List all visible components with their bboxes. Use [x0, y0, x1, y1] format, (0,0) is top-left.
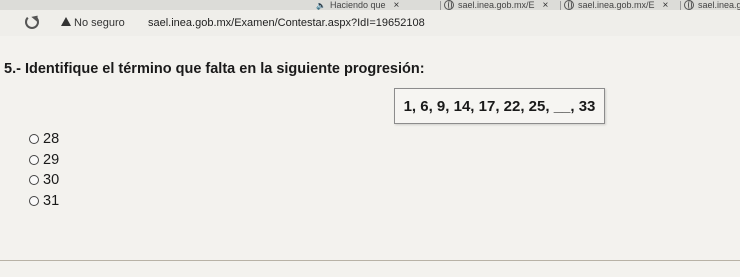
option-31[interactable]: 31 — [29, 191, 59, 212]
close-tab-icon[interactable]: × — [394, 0, 400, 10]
security-status[interactable]: No seguro — [74, 17, 125, 29]
tab-strip: 🔈 Haciendo que × sael.inea.gob.mx/E × sa… — [0, 0, 740, 10]
radio-button[interactable] — [29, 134, 39, 145]
speaker-icon: 🔈 — [316, 0, 326, 10]
option-30[interactable]: 30 — [29, 170, 59, 191]
option-29[interactable]: 29 — [29, 150, 59, 171]
radio-button[interactable] — [29, 154, 39, 165]
exam-page: 5.- Identifique el término que falta en … — [0, 36, 740, 277]
option-label[interactable]: 29 — [43, 152, 59, 168]
close-tab-icon[interactable]: × — [663, 0, 669, 10]
radio-button[interactable] — [29, 195, 39, 206]
tab-title: sael.inea.gob.mx/E — [458, 0, 535, 10]
tab-title: sael.inea.gob.mx/E — [578, 0, 655, 10]
option-label[interactable]: 31 — [43, 193, 59, 209]
warning-icon[interactable] — [61, 17, 71, 26]
option-28[interactable]: 28 — [29, 129, 59, 150]
globe-icon — [684, 0, 694, 10]
sequence-box: 1, 6, 9, 14, 17, 22, 25, __, 33 — [394, 88, 605, 124]
radio-button[interactable] — [29, 175, 39, 186]
question-number: 5.- — [4, 61, 21, 77]
tab-title: Haciendo que — [329, 0, 386, 10]
address-bar: No seguro sael.inea.gob.mx/Examen/Contes… — [0, 10, 740, 36]
question-text: Identifique el término que falta en la s… — [24, 61, 425, 77]
option-label[interactable]: 30 — [43, 172, 59, 188]
tab-sael-3[interactable]: sael.inea.g — [684, 0, 740, 10]
tab-sael-1[interactable]: sael.inea.gob.mx/E × — [444, 0, 548, 10]
answer-options: 28 29 30 31 — [29, 129, 59, 211]
option-label[interactable]: 28 — [43, 131, 59, 147]
sequence-text: 1, 6, 9, 14, 17, 22, 25, __, 33 — [403, 97, 596, 115]
question-heading: 5.- Identifique el término que falta en … — [4, 61, 425, 77]
tab-haciendo[interactable]: 🔈 Haciendo que × — [316, 0, 399, 10]
tab-sael-2[interactable]: sael.inea.gob.mx/E × — [564, 0, 668, 10]
close-tab-icon[interactable]: × — [543, 0, 549, 10]
divider — [0, 260, 740, 261]
globe-icon — [564, 0, 574, 10]
tab-title: sael.inea.g — [698, 0, 740, 10]
url-field[interactable]: sael.inea.gob.mx/Examen/Contestar.aspx?I… — [148, 17, 425, 29]
globe-icon — [444, 0, 454, 10]
reload-icon[interactable] — [25, 15, 39, 29]
